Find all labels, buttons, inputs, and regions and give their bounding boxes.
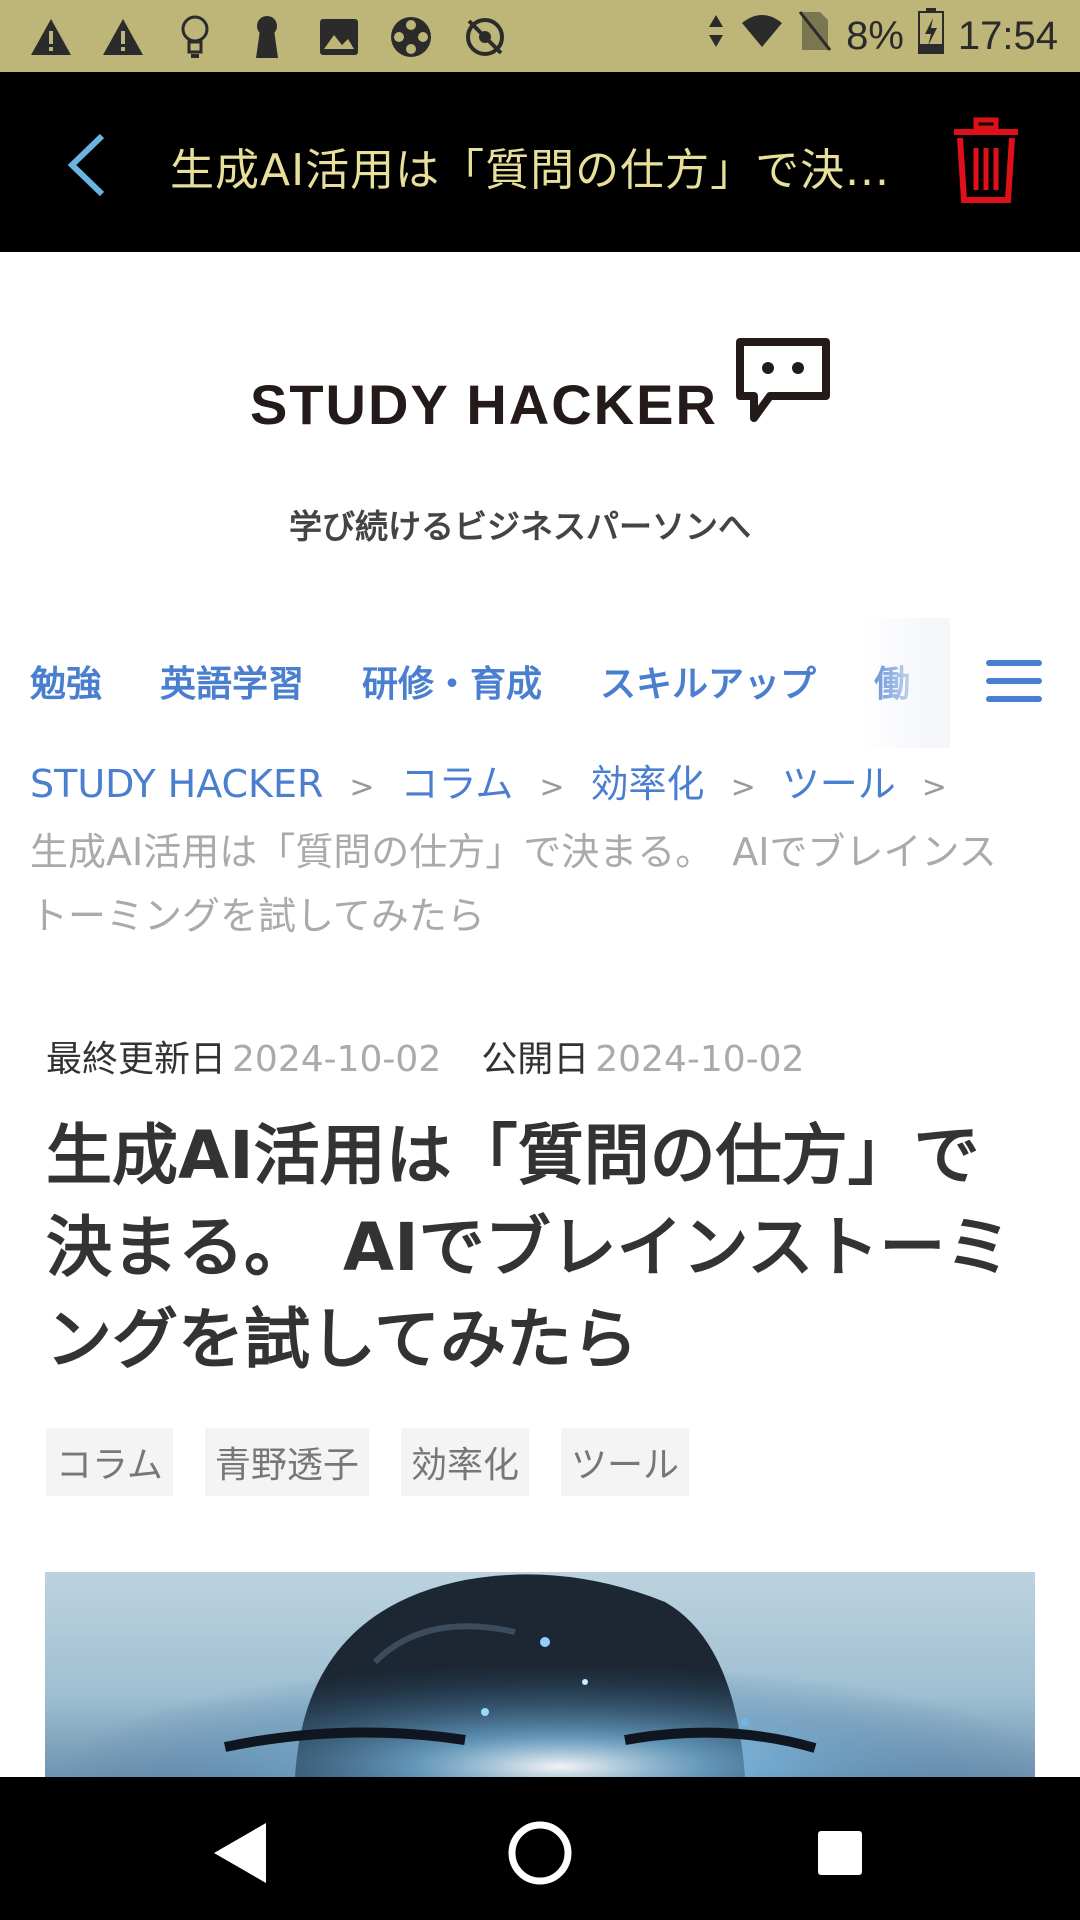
lightbulb-icon [172, 14, 218, 60]
battery-charging-icon [917, 8, 944, 64]
breadcrumb-efficiency[interactable]: 効率化 [591, 762, 705, 806]
nav-item-skillup[interactable]: スキルアップ [600, 655, 816, 707]
tag-item[interactable]: 青野透子 [204, 1428, 369, 1496]
logo-text: STUDY HACKER [250, 373, 718, 436]
article-hero-image [45, 1572, 1035, 1777]
back-button[interactable] [62, 130, 116, 200]
published-label: 公開日 [481, 1039, 590, 1080]
trash-icon [954, 117, 1018, 203]
tag-item[interactable]: コラム [46, 1428, 173, 1496]
site-tagline: 学び続けるビジネスパーソンへ [289, 507, 751, 546]
article-title: 生成AI活用は「質問の仕方」で決まる。 AIでブレインストーミングを試してみたら [46, 1117, 1012, 1378]
page-title: 生成AI活用は「質問の仕方」で決... [170, 145, 891, 196]
speech-bubble-icon [736, 338, 830, 422]
image-icon [316, 14, 362, 60]
no-sync-icon [462, 14, 508, 60]
recents-square-icon[interactable] [800, 1813, 880, 1893]
film-reel-icon [388, 14, 434, 60]
breadcrumb-separator: > [921, 770, 947, 805]
updated-date: 2024-10-02 [232, 1039, 442, 1080]
battery-percent: 8% [846, 13, 904, 58]
warning-icon [100, 14, 146, 60]
updated-label: 最終更新日 [46, 1039, 227, 1080]
site-logo[interactable]: STUDY HACKER [250, 338, 830, 438]
chevron-left-icon [67, 133, 105, 197]
breadcrumb: STUDY HACKER > コラム > 効率化 > ツール > 生成AI活用は「質問の仕方」… [30, 752, 1030, 948]
keyhole-icon [244, 14, 290, 60]
data-arrows-icon [706, 11, 726, 61]
delete-button[interactable] [950, 116, 1022, 206]
hamburger-menu-icon[interactable] [986, 660, 1042, 708]
breadcrumb-current: 生成AI活用は「質問の仕方」で決まる。 AIでブレインストーミングを試してみたら [30, 830, 997, 938]
status-right: 8% 17:54 [706, 0, 1058, 72]
wifi-icon [740, 13, 784, 59]
breadcrumb-column[interactable]: コラム [401, 762, 514, 806]
warning-icon [28, 14, 74, 60]
system-nav-bar [0, 1777, 1080, 1920]
published-date: 2024-10-02 [595, 1039, 805, 1080]
breadcrumb-separator: > [349, 770, 375, 805]
status-bar: 8% 17:54 [0, 0, 1080, 72]
clock: 17:54 [957, 13, 1058, 58]
back-triangle-icon[interactable] [200, 1813, 280, 1893]
breadcrumb-tools[interactable]: ツール [782, 762, 896, 806]
nav-item-study[interactable]: 勉強 [30, 655, 102, 707]
breadcrumb-home[interactable]: STUDY HACKER [30, 762, 323, 806]
article-tags: コラム 青野透子 効率化 ツール [46, 1428, 689, 1496]
no-sim-icon [798, 10, 832, 62]
nav-item-english[interactable]: 英語学習 [160, 655, 304, 707]
category-nav: 勉強英語学習研修・育成スキルアップ働 [30, 655, 950, 715]
nav-fade-overlay [860, 618, 950, 748]
nav-item-training[interactable]: 研修・育成 [362, 655, 542, 707]
home-circle-icon[interactable] [500, 1813, 580, 1893]
article-meta: 最終更新日 2024-10-02 公開日 2024-10-02 [46, 1030, 844, 1082]
breadcrumb-separator: > [539, 770, 565, 805]
app-bar: 生成AI活用は「質問の仕方」で決... [0, 72, 1080, 252]
tag-item[interactable]: ツール [560, 1428, 689, 1496]
breadcrumb-separator: > [730, 770, 756, 805]
tag-item[interactable]: 効率化 [400, 1428, 529, 1496]
